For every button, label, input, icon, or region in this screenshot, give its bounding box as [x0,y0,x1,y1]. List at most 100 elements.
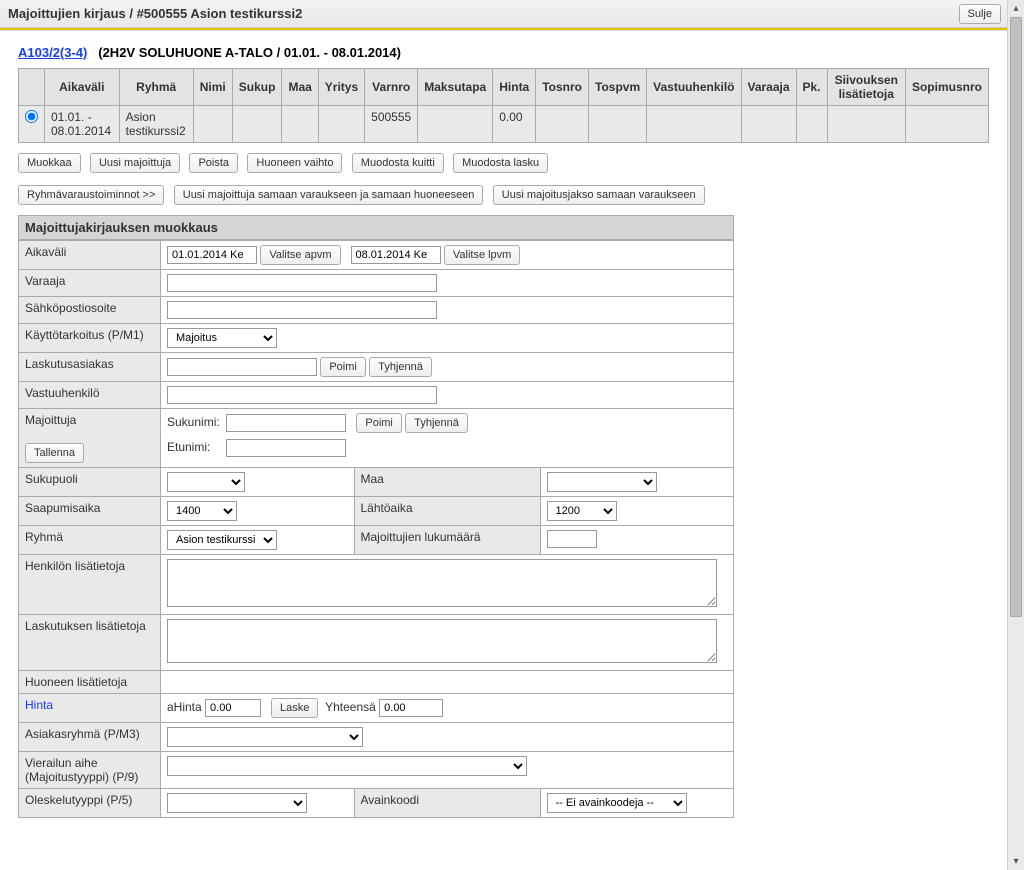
keycode-select[interactable]: -- Ei avainkoodeja -- [547,793,687,813]
col-hinta: Hinta [493,69,536,106]
billing-info-textarea[interactable] [167,619,717,663]
guest-pick-button[interactable]: Poimi [356,413,402,433]
guest-clear-button[interactable]: Tyhjennä [405,413,468,433]
cell-aikavali: 01.01. - 08.01.2014 [45,106,120,143]
col-yritys: Yritys [318,69,364,106]
label-group: Ryhmä [19,526,161,555]
col-varnro: Varnro [365,69,418,106]
col-sopimus: Sopimusnro [905,69,988,106]
same-reservation-button[interactable]: Uusi majoittuja samaan varaukseen ja sam… [174,185,484,205]
label-guest: Majoittuja Tallenna [19,409,161,468]
cell-varnro: 500555 [365,106,418,143]
billing-customer-input[interactable] [167,358,317,376]
group-ops-button[interactable]: Ryhmävaraustoiminnot >> [18,185,164,205]
scroll-thumb[interactable] [1010,17,1022,617]
varaaja-input[interactable] [167,274,437,292]
surname-input[interactable] [226,414,346,432]
room-change-button[interactable]: Huoneen vaihto [247,153,342,173]
col-ryhma: Ryhmä [119,69,193,106]
ahinta-input[interactable] [205,699,261,717]
total-input[interactable] [379,699,443,717]
label-room-info: Huoneen lisätietoja [19,671,161,694]
label-arrival: Saapumisaika [19,497,161,526]
label-visit-reason: Vierailun aihe (Majoitustyyppi) (P/9) [19,752,161,789]
edit-button[interactable]: Muokkaa [18,153,81,173]
person-info-textarea[interactable] [167,559,717,607]
count-input[interactable] [547,530,597,548]
cell-sopimus [905,106,988,143]
room-description: (2H2V SOLUHUONE A-TALO / 01.01. - 08.01.… [98,45,401,60]
col-varaaja: Varaaja [741,69,796,106]
scroll-down-icon[interactable]: ▾ [1008,853,1024,870]
cell-yritys [318,106,364,143]
label-country: Maa [354,468,540,497]
scroll-track[interactable] [1008,17,1024,853]
customer-group-select[interactable] [167,727,363,747]
billing-clear-button[interactable]: Tyhjennä [369,357,432,377]
room-line: A103/2(3-4) (2H2V SOLUHUONE A-TALO / 01.… [18,45,989,60]
label-aikavali: Aikaväli [19,241,161,270]
label-ahinta: aHinta [167,700,202,714]
firstname-input[interactable] [226,439,346,457]
label-firstname: Etunimi: [167,440,223,454]
room-code-link[interactable]: A103/2(3-4) [18,45,87,60]
label-billing-info: Laskutuksen lisätietoja [19,615,161,671]
departure-select[interactable]: 1200 [547,501,617,521]
table-row[interactable]: 01.01. - 08.01.2014 Asion testikurssi2 5… [19,106,989,143]
edit-form: Aikaväli Valitse apvm Valitse lpvm [18,240,734,818]
vertical-scrollbar[interactable]: ▴ ▾ [1007,0,1024,870]
group-select[interactable]: Asion testikurssi2 (5 [167,530,277,550]
label-customer-group: Asiakasryhmä (P/M3) [19,723,161,752]
cell-maksut [418,106,493,143]
end-date-input[interactable] [351,246,441,264]
invoice-button[interactable]: Muodosta lasku [453,153,548,173]
pick-start-button[interactable]: Valitse apvm [260,245,340,265]
label-price[interactable]: Hinta [19,694,161,723]
window-title: Majoittujien kirjaus / #500555 Asion tes… [8,6,302,21]
cell-tosnro [536,106,589,143]
pick-end-button[interactable]: Valitse lpvm [444,245,520,265]
receipt-button[interactable]: Muodosta kuitti [352,153,444,173]
arrival-select[interactable]: 1400 [167,501,237,521]
label-billing-customer: Laskutusasiakas [19,353,161,382]
col-select [19,69,45,106]
cell-pk [796,106,827,143]
label-departure: Lähtöaika [354,497,540,526]
email-input[interactable] [167,301,437,319]
scroll-up-icon[interactable]: ▴ [1008,0,1024,17]
compute-button[interactable]: Laske [271,698,318,718]
label-responsible: Vastuuhenkilö [19,382,161,409]
reservations-table: Aikaväli Ryhmä Nimi Sukup Maa Yritys Var… [18,68,989,143]
label-count: Majoittujien lukumäärä [354,526,540,555]
col-sukup: Sukup [232,69,282,106]
cell-sukup [232,106,282,143]
new-guest-button[interactable]: Uusi majoittuja [90,153,180,173]
col-tosnro: Tosnro [536,69,589,106]
col-tospvm: Tospvm [589,69,647,106]
save-button[interactable]: Tallenna [25,443,84,463]
same-period-button[interactable]: Uusi majoitusjakso samaan varaukseen [493,185,705,205]
country-select[interactable] [547,472,657,492]
delete-button[interactable]: Poista [189,153,238,173]
col-vastuu: Vastuuhenkilö [647,69,741,106]
close-button[interactable]: Sulje [959,4,1001,24]
cell-hinta: 0.00 [493,106,536,143]
actions-row-2: Ryhmävaraustoiminnot >> Uusi majoittuja … [18,185,989,205]
stay-type-select[interactable] [167,793,307,813]
col-siivous: Siivouksen lisätietoja [827,69,905,106]
col-pk: Pk. [796,69,827,106]
billing-pick-button[interactable]: Poimi [320,357,366,377]
responsible-input[interactable] [167,386,437,404]
purpose-select[interactable]: Majoitus [167,328,277,348]
gender-select[interactable] [167,472,245,492]
start-date-input[interactable] [167,246,257,264]
label-stay-type: Oleskelutyyppi (P/5) [19,789,161,818]
label-email: Sähköpostiosoite [19,297,161,324]
row-select-radio[interactable] [25,110,38,123]
col-aikavali: Aikaväli [45,69,120,106]
visit-reason-select[interactable] [167,756,527,776]
cell-ryhma: Asion testikurssi2 [119,106,193,143]
col-maksut: Maksutapa [418,69,493,106]
label-gender: Sukupuoli [19,468,161,497]
cell-siivous [827,106,905,143]
